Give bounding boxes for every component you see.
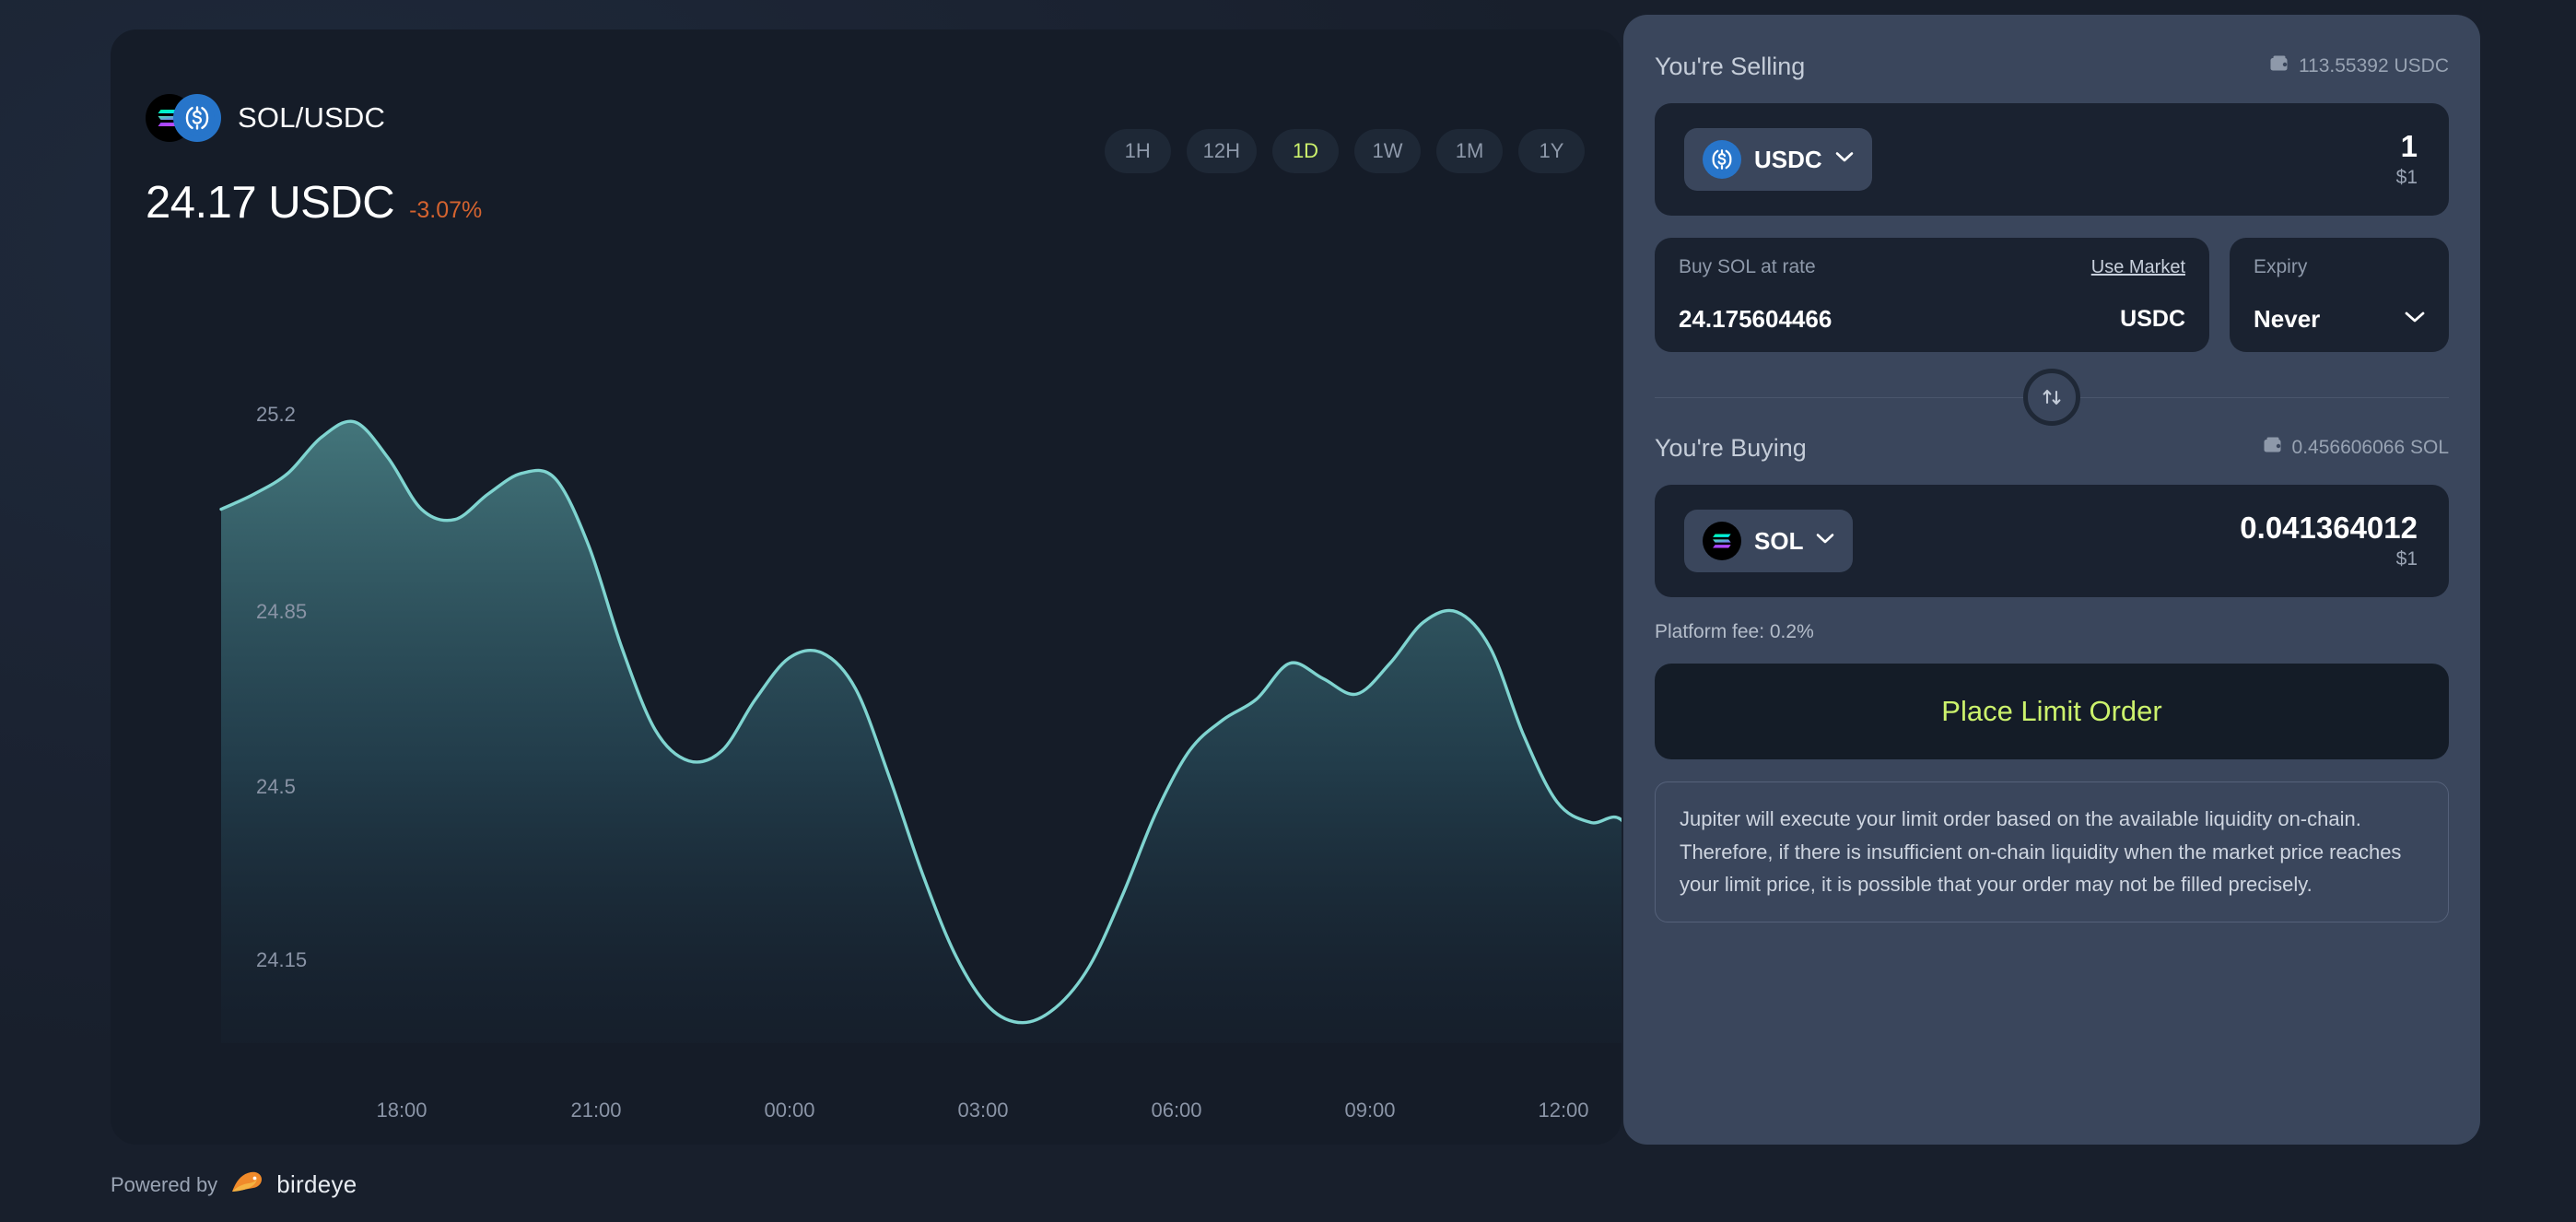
x-axis-tick: 18:00 [376,1099,427,1122]
time-range-selector: 1H 12H 1D 1W 1M 1Y [1104,129,1585,173]
expiry-box-body: Never [2254,305,2425,334]
pair-header: SOL/USDC [146,94,385,142]
limit-order-panel: You're Selling 113.55392 USDC USDC 1 $1 … [1623,15,2480,1145]
x-axis-tick: 00:00 [764,1099,815,1122]
usdc-logo-icon [1703,140,1741,179]
selling-amount-usd: $1 [2395,167,2418,189]
buying-token-selector[interactable]: SOL [1684,510,1854,572]
buying-amount-wrap: 0.041364012 $1 [2240,511,2418,571]
price-change-badge: -3.07% [409,197,483,223]
chevron-down-icon [2405,311,2425,328]
buying-token-name: SOL [1754,526,1804,555]
rate-label: Buy SOL at rate [1679,256,1816,277]
x-axis-tick: 21:00 [570,1099,622,1122]
expiry-box[interactable]: Expiry Never [2230,238,2449,352]
disclaimer-text: Jupiter will execute your limit order ba… [1655,781,2449,922]
buying-amount-input[interactable]: 0.041364012 [2240,511,2418,546]
range-button-1d[interactable]: 1D [1272,129,1339,173]
buying-amount-usd: $1 [2395,548,2418,570]
selling-amount-input[interactable]: 1 [2396,129,2418,164]
chart-attribution: Powered by birdeye [111,1169,357,1201]
usdc-logo-icon [173,94,221,142]
rate-box-body: 24.175604466 USDC [1679,305,2185,334]
rate-expiry-row: Buy SOL at rate Use Market 24.175604466 … [1655,238,2449,352]
use-market-link[interactable]: Use Market [2091,257,2185,278]
bird-logo-icon [228,1169,265,1201]
rate-unit: USDC [2120,306,2185,332]
powered-by-label: Powered by [111,1172,218,1196]
rate-box: Buy SOL at rate Use Market 24.175604466 … [1655,238,2209,352]
wallet-icon [2263,436,2283,460]
place-limit-order-button[interactable]: Place Limit Order [1655,664,2449,759]
x-axis-tick: 06:00 [1151,1099,1202,1122]
page-title: SOL/USDC [238,101,386,134]
y-axis-tick: 24.15 [256,948,308,971]
chart-card: SOL/USDC 24.17 USDC -3.07% 1H 12H 1D 1W … [111,29,1622,1145]
price-row: 24.17 USDC -3.07% [146,177,482,229]
buying-token-box: SOL 0.041364012 $1 [1655,485,2449,597]
selling-token-box: USDC 1 $1 [1655,103,2449,216]
selling-title: You're Selling [1655,52,1806,80]
selling-token-name: USDC [1754,145,1822,173]
chevron-down-icon [1835,151,1854,168]
expiry-value: Never [2254,305,2321,333]
selling-amount-wrap: 1 $1 [2395,129,2418,190]
buying-balance-value: 0.456606066 SOL [2291,437,2449,458]
x-axis-tick: 03:00 [957,1099,1009,1122]
buying-section-header: You're Buying 0.456606066 SOL [1655,431,2449,464]
expiry-label: Expiry [2254,256,2308,277]
place-limit-order-label: Place Limit Order [1941,695,2162,727]
expiry-box-header: Expiry [2254,256,2425,278]
token-pair-logos [146,94,221,142]
buying-balance: 0.456606066 SOL [2263,436,2449,460]
range-button-1y[interactable]: 1Y [1518,129,1585,173]
range-button-12h[interactable]: 12H [1186,129,1257,173]
range-button-1w[interactable]: 1W [1354,129,1421,173]
swap-vertical-icon[interactable] [2023,369,2080,426]
y-axis-tick: 24.85 [256,600,308,623]
y-axis-tick: 25.2 [256,403,296,426]
selling-balance-value: 113.55392 USDC [2298,55,2449,76]
rate-box-header: Buy SOL at rate Use Market [1679,256,2185,278]
app-root: SOL/USDC 24.17 USDC -3.07% 1H 12H 1D 1W … [0,0,2576,1222]
y-axis-tick: 24.5 [256,775,296,798]
solana-logo-icon [1703,522,1741,560]
selling-token-selector[interactable]: USDC [1684,128,1872,191]
range-button-1m[interactable]: 1M [1436,129,1503,173]
x-axis-tick: 09:00 [1344,1099,1396,1122]
selling-balance: 113.55392 USDC [2269,54,2449,78]
price-chart[interactable] [111,306,1622,1043]
buying-title: You're Buying [1655,433,1807,462]
rate-input[interactable]: 24.175604466 [1679,305,1832,334]
selling-section-header: You're Selling 113.55392 USDC [1655,50,2449,83]
wallet-icon [2269,54,2289,78]
current-price: 24.17 USDC [146,178,395,228]
swap-divider [1655,363,2449,431]
provider-name: birdeye [276,1170,357,1198]
range-button-1h[interactable]: 1H [1104,129,1171,173]
x-axis-tick: 12:00 [1538,1099,1589,1122]
chevron-down-icon [1816,533,1834,549]
platform-fee-label: Platform fee: 0.2% [1655,621,1814,642]
